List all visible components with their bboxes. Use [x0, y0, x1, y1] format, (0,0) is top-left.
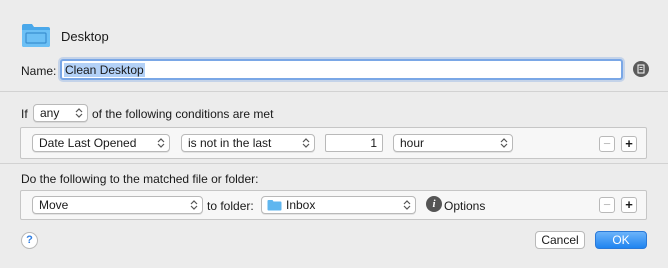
match-value: any: [40, 106, 60, 120]
add-condition-button[interactable]: +: [621, 136, 637, 152]
amount-field[interactable]: 1: [325, 134, 383, 152]
stepper-arrows-icon: [500, 138, 508, 148]
divider: [0, 91, 668, 92]
options-label[interactable]: Options: [444, 199, 485, 213]
action-value: Move: [39, 198, 69, 212]
conditions-text: of the following conditions are met: [92, 107, 274, 121]
folder-popup[interactable]: Inbox: [261, 196, 416, 214]
divider: [0, 163, 668, 164]
folder-icon: [21, 22, 51, 48]
name-field[interactable]: Clean Desktop: [60, 59, 623, 80]
folder-value: Inbox: [286, 198, 316, 212]
if-label: If: [21, 107, 28, 121]
name-label: Name:: [21, 64, 57, 78]
cancel-button[interactable]: Cancel: [535, 231, 585, 249]
action-popup[interactable]: Move: [32, 196, 203, 214]
document-icon[interactable]: [633, 61, 649, 77]
match-popup[interactable]: any: [33, 104, 88, 122]
unit-popup[interactable]: hour: [393, 134, 513, 152]
info-icon[interactable]: i: [426, 196, 442, 212]
page-title: Desktop: [61, 29, 109, 44]
stepper-arrows-icon: [75, 108, 83, 118]
name-value: Clean Desktop: [64, 63, 145, 77]
to-folder-label: to folder:: [207, 199, 254, 213]
stepper-arrows-icon: [302, 138, 310, 148]
stepper-arrows-icon: [190, 200, 198, 210]
operator-value: is not in the last: [188, 136, 272, 150]
add-action-button[interactable]: +: [621, 197, 637, 213]
remove-condition-button[interactable]: −: [599, 136, 615, 152]
attribute-popup[interactable]: Date Last Opened: [32, 134, 170, 152]
attribute-value: Date Last Opened: [39, 136, 137, 150]
folder-icon: [267, 200, 282, 211]
help-button[interactable]: ?: [21, 232, 38, 249]
unit-value: hour: [400, 136, 425, 150]
operator-popup[interactable]: is not in the last: [181, 134, 315, 152]
stepper-arrows-icon: [157, 138, 165, 148]
remove-action-button[interactable]: −: [599, 197, 615, 213]
actions-label: Do the following to the matched file or …: [21, 172, 259, 186]
ok-button[interactable]: OK: [595, 231, 647, 249]
stepper-arrows-icon: [403, 200, 411, 210]
